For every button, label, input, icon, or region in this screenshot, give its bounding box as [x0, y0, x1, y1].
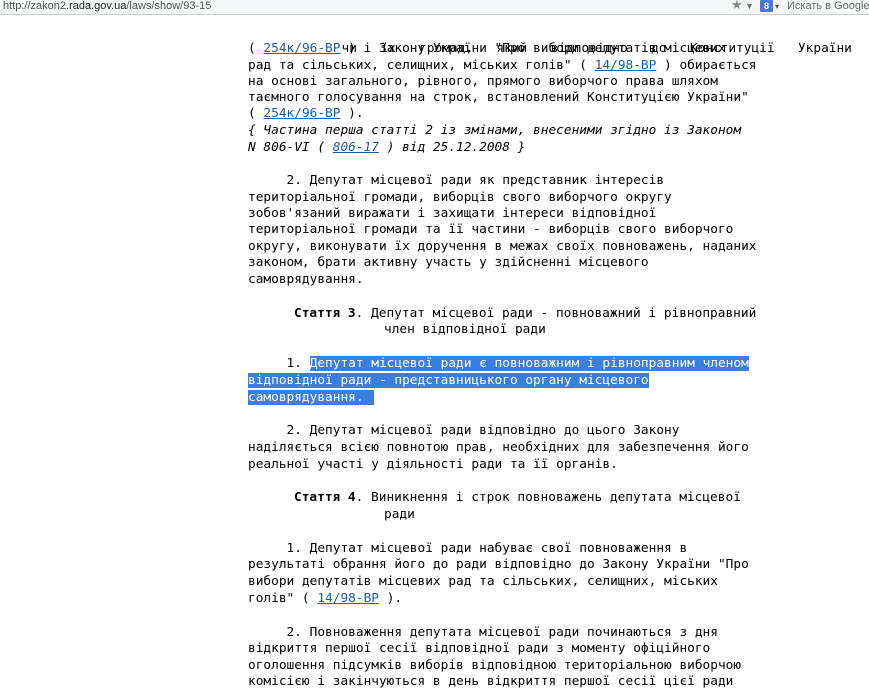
text-line: відповідної ради - представницького орга… [248, 372, 858, 390]
text-line: 1. Депутат місцевої ради є повноважним і… [248, 356, 749, 371]
text-line: ( 254к/96-ВР ). [248, 106, 364, 121]
text-line: самоврядування. [248, 389, 852, 407]
law-text: чи їх громад, який відповідно до Констит… [0, 0, 869, 689]
text-line: 2. Депутат місцевої ради відповідно до ц… [248, 423, 680, 438]
article-4-heading: Стаття 4. Виникнення і строк повноважень… [294, 490, 741, 505]
text-line: ( 254к/96-ВР ) і Закону України "Про виб… [248, 41, 726, 56]
text-line: територіальної громади та її частини - в… [248, 222, 734, 237]
law-link[interactable]: 14/98-ВР [595, 58, 657, 73]
text-line: комісією і закінчуються в день відкриття… [248, 674, 734, 689]
law-link[interactable]: 254к/96-ВР [263, 106, 340, 121]
article-label: Стаття 3 [294, 306, 356, 321]
law-link[interactable]: 14/98-ВР [317, 591, 379, 606]
amendment-note: { Частина перша статті 2 із змінами, вне… [248, 123, 742, 138]
text-line: відкриття першої сесії відповідної ради … [248, 641, 711, 656]
article-label: Стаття 4 [294, 490, 356, 505]
selected-text[interactable]: Депутат місцевої ради є повноважним і рі… [309, 356, 749, 371]
text-line: 2. Депутат місцевої ради як представник … [248, 173, 665, 188]
text-line: законом, брати активну участь у здійснен… [248, 255, 649, 270]
text-line: наділяється всією повнотою прав, необхід… [248, 440, 749, 455]
text-line: самоврядування. [248, 272, 364, 287]
article-3-heading-cont: член відповідної ради [384, 322, 546, 337]
amendment-note: N 806-VI ( 806-17 ) від 25.12.2008 } [248, 140, 526, 155]
text-line: результаті обрання його до ради відповід… [248, 557, 749, 572]
text-line: вибори депутатів місцевих рад та сільськ… [248, 574, 718, 589]
selected-text[interactable]: самоврядування. [248, 390, 374, 405]
text-line: реальної участі у діяльності ради та її … [248, 457, 618, 472]
selected-text[interactable]: відповідної ради - представницького орга… [248, 373, 649, 388]
law-link[interactable]: 254к/96-ВР [263, 41, 340, 56]
text-line: голів" ( 14/98-ВР ). [248, 591, 403, 606]
text-line: чи їх громад, який відповідно до Констит… [341, 41, 852, 56]
article-4-heading-cont: ради [384, 507, 415, 522]
law-link[interactable]: 806-17 [333, 140, 379, 155]
